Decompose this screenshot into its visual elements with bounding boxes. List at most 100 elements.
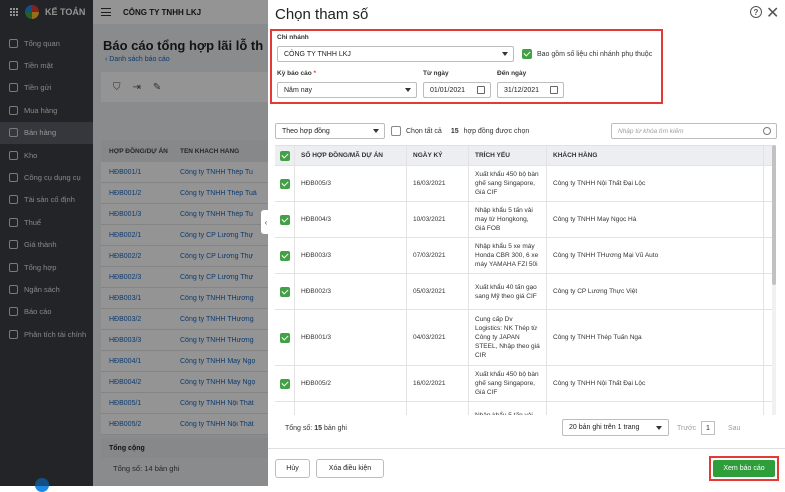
checkbox-icon[interactable] xyxy=(279,250,290,261)
cell-code: HĐB001/3 xyxy=(295,310,407,365)
calendar-icon[interactable] xyxy=(477,86,485,94)
col-date: NGÀY KÝ xyxy=(407,146,469,165)
param-section: Chi nhánh CÔNG TY TNHH LKJ Bao gồm số li… xyxy=(270,29,663,104)
select-all-label: Chọn tất cả xyxy=(406,127,442,135)
search-icon[interactable] xyxy=(763,127,771,135)
row-checkbox-cell[interactable] xyxy=(275,366,295,401)
row-checkbox-cell[interactable] xyxy=(275,238,295,273)
checkbox-icon[interactable] xyxy=(279,150,290,161)
cell-customer: Công ty TNHH Thép Tuấn Nga xyxy=(547,310,764,365)
period-label-text: Kỳ báo cáo xyxy=(277,70,312,77)
from-date-input[interactable]: 01/01/2021 xyxy=(423,82,491,98)
cell-code: HĐB005/3 xyxy=(295,166,407,201)
clear-conditions-button[interactable]: Xóa điều kiện xyxy=(316,459,384,478)
select-all-checkbox[interactable]: Chọn tất cả 15 hợp đồng được chọn xyxy=(391,126,529,136)
grid-row[interactable]: HĐB005/3 16/03/2021 Xuất khẩu 450 bộ bàn g… xyxy=(275,166,773,202)
chevron-down-icon xyxy=(656,426,662,430)
checkbox-icon[interactable] xyxy=(279,414,290,415)
cell-summary: Nhập khẩu 5 xe máy Honda CBR 300, 6 xe m… xyxy=(469,238,547,273)
view-report-button[interactable]: Xem báo cáo xyxy=(713,460,775,477)
search-input[interactable]: Nhập từ khóa tìm kiếm xyxy=(611,123,777,139)
cell-customer: Công ty TNHH Nội Thất Đại Lộc xyxy=(547,166,764,201)
page-size-select[interactable]: 20 bản ghi trên 1 trang xyxy=(562,419,669,436)
include-sub-checkbox[interactable]: Bao gồm số liệu chi nhánh phụ thuộc xyxy=(522,49,652,59)
branch-select[interactable]: CÔNG TY TNHH LKJ xyxy=(277,46,514,62)
grid-scrollbar[interactable] xyxy=(772,145,776,415)
branch-label: Chi nhánh xyxy=(277,34,309,41)
checkbox-icon[interactable] xyxy=(522,49,532,59)
dialog-title: Chọn tham số xyxy=(275,6,369,23)
cell-customer: Công ty TNHH THương Mại Vũ Auto xyxy=(547,238,764,273)
include-sub-label: Bao gồm số liệu chi nhánh phụ thuộc xyxy=(537,50,653,58)
checkbox-icon[interactable] xyxy=(391,126,401,136)
cell-customer: Công ty TNHH Nội Thất Đại Lộc xyxy=(547,366,764,401)
cell-code: HĐB004/3 xyxy=(295,202,407,237)
checkbox-icon[interactable] xyxy=(279,214,290,225)
grid-header: SỐ HỢP ĐỒNG/MÃ DỰ ÁN NGÀY KÝ TRÍCH YẾU K… xyxy=(275,146,773,166)
total-unit: bản ghi xyxy=(323,425,347,432)
from-date-value: 01/01/2021 xyxy=(430,86,466,94)
total-text: Tổng số: xyxy=(285,425,313,432)
row-checkbox-cell[interactable] xyxy=(275,310,295,365)
grid-row[interactable]: HĐB004/210/02/2021Nhập khẩu 5 tấn vải ma… xyxy=(275,402,773,415)
cell-summary: Cung cấp Dv Logistics: NK Thép từ Công t… xyxy=(469,310,547,365)
checkbox-icon[interactable] xyxy=(279,332,290,343)
help-icon[interactable]: ? xyxy=(750,6,762,18)
prev-page-button[interactable]: Trước xyxy=(677,425,696,432)
row-checkbox-cell[interactable] xyxy=(275,166,295,201)
cell-date: 04/03/2021 xyxy=(407,310,469,365)
page-number[interactable]: 1 xyxy=(701,421,715,435)
cell-date: 16/02/2021 xyxy=(407,366,469,401)
to-label: Đến ngày xyxy=(497,70,527,77)
period-select[interactable]: Năm nay xyxy=(277,82,417,98)
header-checkbox-cell[interactable] xyxy=(275,146,295,165)
cell-summary: Nhập khẩu 5 tấn vải may từ Hongkong, Giá… xyxy=(469,202,547,237)
cell-date: 05/03/2021 xyxy=(407,274,469,309)
chevron-down-icon xyxy=(373,129,379,133)
checkbox-icon[interactable] xyxy=(279,178,290,189)
checkbox-icon[interactable] xyxy=(279,378,290,389)
submit-highlight: Xem báo cáo xyxy=(709,456,779,481)
next-page-button[interactable]: Sau xyxy=(728,425,740,432)
checkbox-icon[interactable] xyxy=(279,286,290,297)
modal-overlay xyxy=(0,0,268,486)
cell-summary: Xuất khẩu 450 bộ bàn ghế sang Singapore,… xyxy=(469,366,547,401)
branch-value: CÔNG TY TNHH LKJ xyxy=(284,50,351,58)
cell-code: HĐB002/3 xyxy=(295,274,407,309)
grid-row[interactable]: HĐB001/3 04/03/2021 Cung cấp Dv Logistics:… xyxy=(275,310,773,366)
to-date-input[interactable]: 31/12/2021 xyxy=(497,82,564,98)
close-icon[interactable]: ✕ xyxy=(766,3,779,23)
page-size-value: 20 bản ghi trên 1 trang xyxy=(569,424,640,431)
cell-date: 10/02/2021 xyxy=(407,402,469,415)
cell-customer: Công ty TNHH May Ngọc Hà xyxy=(547,402,764,415)
cell-code: HĐB003/3 xyxy=(295,238,407,273)
chevron-down-icon xyxy=(405,88,411,92)
filter-type-select[interactable]: Theo hợp đồng xyxy=(275,123,385,139)
calendar-icon[interactable] xyxy=(550,86,558,94)
row-checkbox-cell[interactable] xyxy=(275,274,295,309)
row-checkbox-cell[interactable] xyxy=(275,202,295,237)
from-label: Từ ngày xyxy=(423,70,449,77)
grid-row[interactable]: HĐB002/3 05/03/2021 Xuất khẩu 40 tấn gạo s… xyxy=(275,274,773,310)
selected-text: hợp đồng được chọn xyxy=(463,127,530,135)
contract-grid: SỐ HỢP ĐỒNG/MÃ DỰ ÁN NGÀY KÝ TRÍCH YẾU K… xyxy=(275,145,773,415)
cell-summary: Xuất khẩu 40 tấn gạo sang Mỹ theo giá CI… xyxy=(469,274,547,309)
cell-summary: Nhập khẩu 5 tấn vải may từ Hongkong xyxy=(469,402,547,415)
cancel-button[interactable]: Hủy xyxy=(275,459,310,478)
filter-type-value: Theo hợp đồng xyxy=(282,127,330,135)
cell-customer: Công ty TNHH May Ngọc Hà xyxy=(547,202,764,237)
chevron-down-icon xyxy=(502,52,508,56)
selected-count: 15 xyxy=(450,127,459,135)
to-date-value: 31/12/2021 xyxy=(504,86,540,94)
grid-row[interactable]: HĐB005/2 16/02/2021 Xuất khẩu 450 bộ bàn g… xyxy=(275,366,773,402)
period-label: Kỳ báo cáo * xyxy=(277,70,317,77)
cell-date: 10/03/2021 xyxy=(407,202,469,237)
col-summary: TRÍCH YẾU xyxy=(469,146,547,165)
period-value: Năm nay xyxy=(284,86,313,94)
cell-code: HĐB004/2 xyxy=(295,402,407,415)
grid-row[interactable]: HĐB004/3 10/03/2021 Nhập khẩu 5 tấn vải ma… xyxy=(275,202,773,238)
row-checkbox-cell[interactable] xyxy=(275,402,295,415)
cell-customer: Công ty CP Lương Thực Việt xyxy=(547,274,764,309)
grid-total: Tổng số: 15 bản ghi xyxy=(285,425,347,432)
grid-row[interactable]: HĐB003/3 07/03/2021 Nhập khẩu 5 xe máy Hon… xyxy=(275,238,773,274)
